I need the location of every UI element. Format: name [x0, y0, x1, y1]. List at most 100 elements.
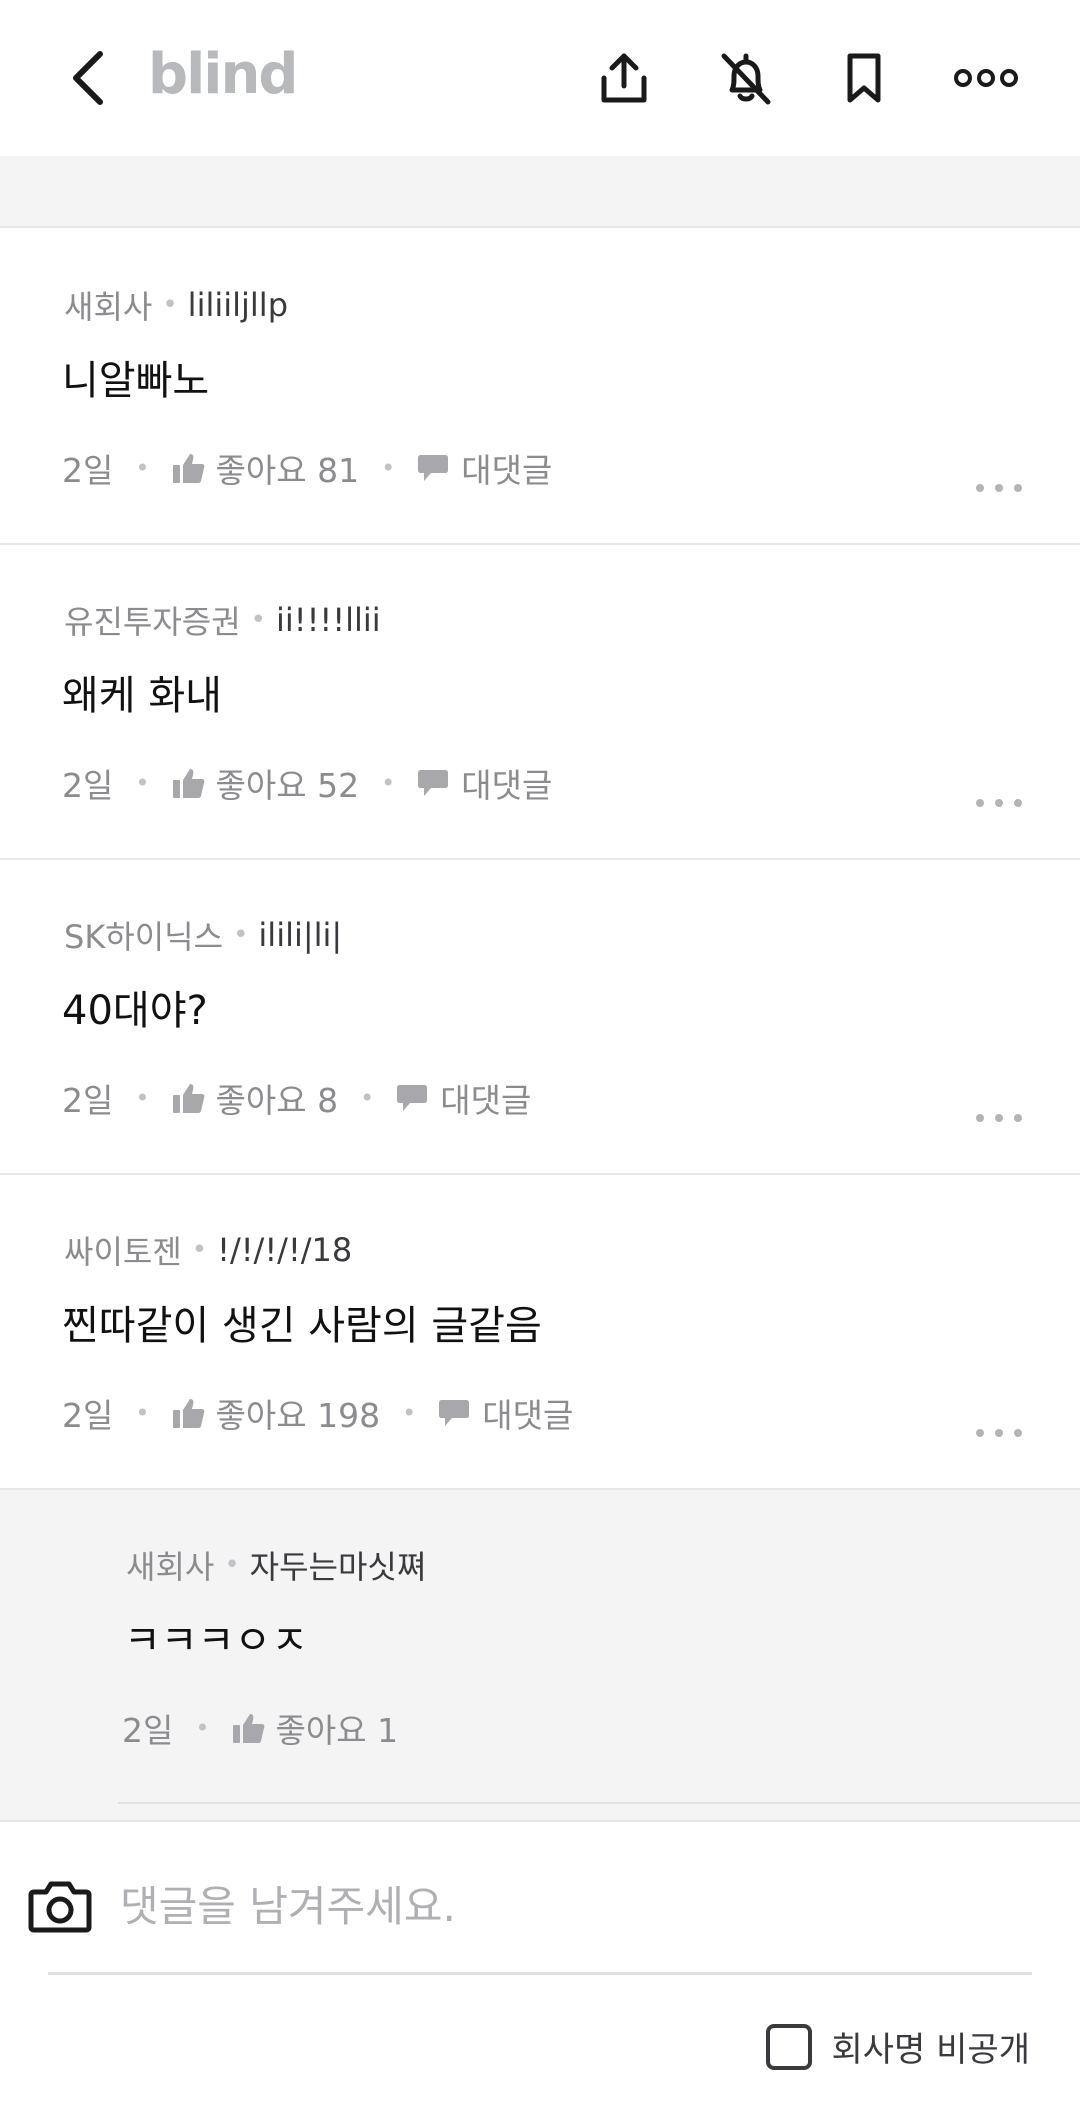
comment-meta: 2일 • 좋아요 52 • 대댓글	[62, 759, 552, 807]
comment-author: 새회사 • liliiljllp	[64, 282, 288, 328]
hide-company-toggle[interactable]: 회사명 비공개	[765, 2022, 1031, 2071]
bookmark-icon	[847, 53, 881, 103]
author-company[interactable]: 유진투자증권	[64, 597, 241, 643]
share-button[interactable]	[586, 40, 662, 116]
like-button[interactable]: 좋아요 52	[172, 759, 360, 807]
author-company[interactable]: 새회사	[64, 282, 152, 328]
bell-off-icon	[721, 53, 771, 105]
thumbs-up-icon	[172, 1084, 204, 1113]
hide-company-checkbox[interactable]	[765, 2023, 812, 2070]
comment-author: SK하이닉스 • ilili|li|	[64, 912, 342, 958]
reply-meta: 2일 • 좋아요 1	[122, 1704, 398, 1752]
comment-time: 2일	[62, 451, 114, 490]
mute-notifications-button[interactable]	[708, 40, 784, 116]
more-icon	[954, 69, 1018, 87]
share-icon	[601, 53, 647, 103]
more-options-button[interactable]	[948, 40, 1024, 116]
input-underline	[48, 1972, 1032, 1975]
separator-dot: •	[381, 454, 396, 482]
separator-dot: •	[135, 454, 150, 482]
author-nickname[interactable]: 자두는마싯쪄	[250, 1542, 427, 1588]
comment-body: 찐따같이 생긴 사람의 글같음	[62, 1303, 542, 1349]
camera-icon	[28, 1881, 92, 1933]
reply-button[interactable]: 대댓글	[417, 759, 552, 807]
back-button[interactable]	[50, 40, 126, 116]
top-app-bar: blind	[0, 0, 1080, 156]
author-nickname[interactable]: !/!/!/!/18	[217, 1231, 352, 1269]
separator-dot: •	[360, 1084, 375, 1112]
separator-dot: •	[191, 1235, 208, 1265]
like-count: 좋아요 1	[275, 1711, 399, 1750]
bookmark-button[interactable]	[826, 40, 902, 116]
comment-input[interactable]	[120, 1866, 1020, 1946]
comment-meta: 2일 • 좋아요 81 • 대댓글	[62, 444, 552, 492]
nested-reply-item: 새회사 • 자두는마싯쪄 ㅋㅋㅋㅇㅈ 2일 • 좋아요 1	[0, 1490, 1080, 1820]
separator-dot: •	[233, 920, 249, 950]
like-count: 좋아요 8	[215, 1081, 339, 1120]
separator-dot: •	[402, 1399, 417, 1427]
separator-dot: •	[250, 605, 266, 635]
comment-more-icon[interactable]	[974, 1421, 1024, 1445]
reply-label: 대댓글	[461, 451, 553, 490]
separator-dot: •	[195, 1714, 210, 1742]
comment-meta: 2일 • 좋아요 8 • 대댓글	[62, 1074, 531, 1122]
speech-bubble-icon	[418, 455, 449, 481]
like-count: 좋아요 81	[215, 451, 360, 490]
speech-bubble-icon	[397, 1085, 428, 1111]
author-nickname[interactable]: liliiljllp	[188, 286, 288, 324]
comment-more-icon[interactable]	[974, 1106, 1024, 1130]
like-button[interactable]: 좋아요 198	[172, 1389, 381, 1437]
reply-time: 2일	[122, 1711, 174, 1750]
reply-body: ㅋㅋㅋㅇㅈ	[124, 1618, 308, 1664]
reply-author: 새회사 • 자두는마싯쪄	[126, 1542, 426, 1588]
author-nickname[interactable]: ilili|li|	[258, 916, 342, 954]
comment-time: 2일	[62, 1396, 114, 1435]
reply-label: 대댓글	[461, 766, 553, 805]
comment-author: 싸이토젠 • !/!/!/!/18	[64, 1227, 352, 1273]
like-button[interactable]: 좋아요 1	[232, 1704, 399, 1752]
comment-meta: 2일 • 좋아요 198 • 대댓글	[62, 1389, 573, 1437]
like-button[interactable]: 좋아요 81	[172, 444, 360, 492]
author-company[interactable]: 새회사	[126, 1542, 214, 1588]
author-company[interactable]: SK하이닉스	[64, 912, 223, 958]
reply-label: 대댓글	[440, 1081, 532, 1120]
attach-photo-button[interactable]	[24, 1870, 96, 1942]
thumbs-up-icon	[172, 1399, 204, 1428]
reply-button[interactable]: 대댓글	[417, 444, 552, 492]
comment-item: 싸이토젠 • !/!/!/!/18 찐따같이 생긴 사람의 글같음 2일 • 좋…	[0, 1175, 1080, 1490]
comment-item: 유진투자증권 • ii!!!!llii 왜케 화내 2일 • 좋아요 52 • …	[0, 545, 1080, 860]
author-nickname[interactable]: ii!!!!llii	[276, 601, 381, 639]
divider	[118, 1802, 1080, 1804]
comment-more-icon[interactable]	[974, 476, 1024, 500]
comment-body: 니알빠노	[62, 358, 210, 404]
comment-body: 왜케 화내	[62, 673, 222, 719]
comment-item: 새회사 • liliiljllp 니알빠노 2일 • 좋아요 81 • 대댓글	[0, 230, 1080, 545]
page: blind 새회사 • liliiljllp 니알빠노 2일 • 좋아요 81 …	[0, 0, 1080, 2117]
comment-time: 2일	[62, 1081, 114, 1120]
like-button[interactable]: 좋아요 8	[172, 1074, 339, 1122]
speech-bubble-icon	[439, 1400, 470, 1426]
separator-dot: •	[224, 1550, 240, 1580]
comment-body: 40대야?	[62, 988, 208, 1034]
blind-logo: blind	[148, 42, 298, 107]
thumbs-up-icon	[172, 454, 204, 483]
like-count: 좋아요 52	[215, 766, 360, 805]
comment-composer: 회사명 비공개	[0, 1820, 1080, 2117]
thumbs-up-icon	[172, 769, 204, 798]
hide-company-label: 회사명 비공개	[831, 2030, 1031, 2070]
thumbs-up-icon	[232, 1714, 264, 1743]
reply-button[interactable]: 대댓글	[438, 1389, 573, 1437]
speech-bubble-icon	[418, 770, 449, 796]
author-company[interactable]: 싸이토젠	[64, 1227, 182, 1273]
like-count: 좋아요 198	[215, 1396, 381, 1435]
separator-dot: •	[135, 1084, 150, 1112]
reply-button[interactable]: 대댓글	[396, 1074, 531, 1122]
comment-more-icon[interactable]	[974, 791, 1024, 815]
comment-time: 2일	[62, 766, 114, 805]
separator-dot: •	[381, 769, 396, 797]
separator-dot: •	[162, 290, 178, 320]
separator-dot: •	[135, 1399, 150, 1427]
scrolled-content-strip	[0, 156, 1080, 228]
back-icon	[73, 51, 103, 105]
reply-label: 대댓글	[482, 1396, 574, 1435]
